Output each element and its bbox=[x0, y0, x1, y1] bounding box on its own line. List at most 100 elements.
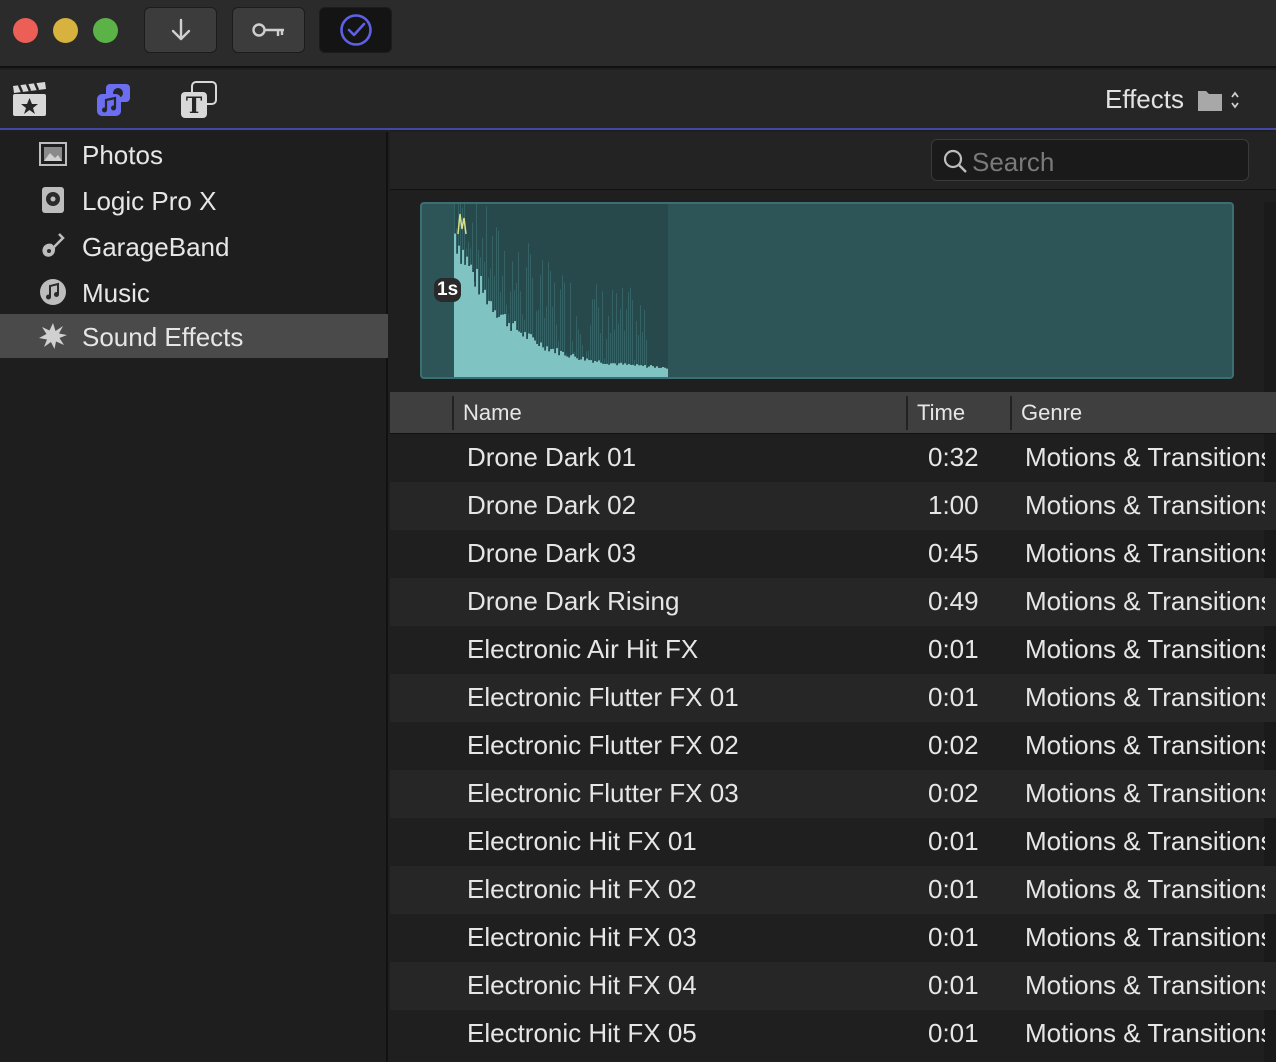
waveform-noise bbox=[454, 204, 455, 234]
waveform-noise bbox=[598, 307, 599, 361]
effects-browser: Search 1s Name Time Genre Drone Dark 01 0… bbox=[390, 132, 1276, 1062]
sidebar-item-garageband[interactable]: GarageBand bbox=[0, 224, 388, 268]
search-icon bbox=[943, 149, 967, 173]
minimize-window-button[interactable] bbox=[53, 18, 78, 43]
cell-genre: Motions & Transitions bbox=[1025, 922, 1265, 952]
waveform-noise bbox=[536, 311, 537, 344]
keywords-button[interactable] bbox=[232, 7, 305, 53]
table-row[interactable]: Drone Dark Rising 0:49 Motions & Transitio… bbox=[390, 578, 1276, 626]
waveform-noise bbox=[510, 291, 511, 331]
column-divider[interactable] bbox=[452, 396, 454, 430]
waveform-bar bbox=[530, 334, 532, 377]
waveform-bar bbox=[656, 366, 658, 377]
background-tasks-button[interactable] bbox=[319, 7, 392, 53]
folder-menu-icon[interactable] bbox=[1196, 87, 1240, 118]
waveform-noise bbox=[546, 306, 547, 347]
sidebar-item-sound-effects[interactable]: Sound Effects bbox=[0, 314, 388, 358]
cell-name: Electronic Hit FX 04 bbox=[467, 970, 697, 1000]
waveform-bar bbox=[526, 338, 528, 377]
table-row[interactable]: Electronic Flutter FX 03 0:02 Motions & Tr… bbox=[390, 770, 1276, 818]
search-field[interactable]: Search bbox=[931, 139, 1249, 181]
waveform-noise bbox=[524, 319, 525, 333]
cell-name: Electronic Flutter FX 02 bbox=[467, 730, 739, 760]
waveform-noise bbox=[526, 267, 527, 339]
table-row[interactable]: Electronic Air Hit FX 0:01 Motions & Trans… bbox=[390, 626, 1276, 674]
waveform-bar bbox=[630, 364, 632, 377]
titles-generators-button[interactable]: T bbox=[178, 80, 218, 120]
waveform-noise bbox=[632, 300, 633, 365]
sidebar-item-label: GarageBand bbox=[82, 232, 230, 262]
table-row[interactable]: Electronic Hit FX 05 0:01 Motions & Transi… bbox=[390, 1010, 1276, 1058]
browser-category-label[interactable]: Effects bbox=[1105, 84, 1184, 115]
waveform-noise bbox=[480, 257, 481, 277]
column-divider[interactable] bbox=[1010, 396, 1012, 430]
close-window-button[interactable] bbox=[13, 18, 38, 43]
waveform-noise bbox=[576, 316, 577, 359]
cell-genre: Motions & Transitions bbox=[1025, 970, 1265, 1000]
waveform-noise bbox=[640, 305, 641, 366]
sidebar-item-photos[interactable]: Photos bbox=[0, 132, 388, 176]
waveform-bar bbox=[474, 286, 476, 377]
waveform-noise bbox=[508, 314, 509, 323]
waveform-noise bbox=[552, 306, 553, 349]
waveform-bar bbox=[638, 365, 640, 377]
waveform-noise bbox=[602, 291, 603, 364]
waveform-bar bbox=[574, 356, 576, 377]
media-browser-button[interactable] bbox=[10, 80, 50, 120]
cell-name: Drone Dark 03 bbox=[467, 538, 637, 568]
table-row[interactable]: Electronic Hit FX 01 0:01 Motions & Transi… bbox=[390, 818, 1276, 866]
waveform-preview[interactable]: 1s bbox=[420, 202, 1234, 379]
sidebar-item-label: Sound Effects bbox=[82, 322, 244, 352]
waveform-noise bbox=[594, 299, 595, 361]
waveform-bar bbox=[522, 336, 524, 377]
waveform-noise bbox=[642, 332, 643, 367]
cell-time: 0:01 bbox=[928, 682, 979, 712]
waveform-bar bbox=[644, 364, 646, 377]
waveform-noise bbox=[574, 352, 575, 357]
sidebar-item-logic-pro-x[interactable]: Logic Pro X bbox=[0, 178, 388, 222]
waveform-bar bbox=[556, 348, 558, 377]
waveform-bar bbox=[570, 355, 572, 377]
import-button[interactable] bbox=[144, 7, 217, 53]
waveform-noise bbox=[564, 282, 565, 356]
sidebar-item-label: Logic Pro X bbox=[82, 186, 217, 216]
waveform-noise bbox=[550, 270, 551, 350]
waveform-bar bbox=[494, 310, 496, 377]
waveform-noise bbox=[514, 290, 515, 322]
sidebar-item-music[interactable]: Music bbox=[0, 270, 388, 314]
waveform-bar bbox=[634, 365, 636, 377]
waveform-bar bbox=[462, 249, 464, 377]
column-header-time[interactable]: Time bbox=[917, 400, 965, 426]
waveform-noise bbox=[570, 283, 571, 356]
waveform-bar bbox=[624, 363, 626, 377]
table-row[interactable]: Electronic Flutter FX 02 0:02 Motions & Tr… bbox=[390, 722, 1276, 770]
waveform-bar bbox=[598, 360, 600, 377]
search-placeholder: Search bbox=[972, 147, 1055, 177]
column-header-name[interactable]: Name bbox=[463, 400, 522, 426]
column-divider[interactable] bbox=[906, 396, 908, 430]
table-row[interactable]: Electronic Hit FX 04 0:01 Motions & Transi… bbox=[390, 962, 1276, 1010]
table-row[interactable]: Drone Dark 01 0:32 Motions & Transitions bbox=[390, 434, 1276, 482]
waveform-bar bbox=[532, 337, 534, 377]
cell-genre: Motions & Transitions bbox=[1025, 730, 1265, 760]
table-header: Name Time Genre bbox=[390, 392, 1276, 434]
sound-effects-list: Drone Dark 01 0:32 Motions & Transitions Dr… bbox=[390, 434, 1276, 1058]
waveform-noise bbox=[634, 359, 635, 366]
waveform-bar bbox=[518, 331, 520, 377]
cell-time: 0:01 bbox=[928, 874, 979, 904]
waveform-noise bbox=[558, 341, 559, 356]
waveform-bar bbox=[660, 367, 662, 377]
table-row[interactable]: Electronic Flutter FX 01 0:01 Motions & Tr… bbox=[390, 674, 1276, 722]
table-row[interactable]: Drone Dark 03 0:45 Motions & Transitions bbox=[390, 530, 1276, 578]
table-row[interactable]: Electronic Hit FX 02 0:01 Motions & Transi… bbox=[390, 866, 1276, 914]
cell-time: 0:01 bbox=[928, 970, 979, 1000]
cell-name: Electronic Hit FX 02 bbox=[467, 874, 697, 904]
waveform-bar bbox=[480, 276, 482, 377]
photos-audio-browser-button[interactable] bbox=[94, 80, 134, 120]
checkmark-circle-icon bbox=[339, 14, 372, 46]
table-row[interactable]: Electronic Hit FX 03 0:01 Motions & Transi… bbox=[390, 914, 1276, 962]
column-header-genre[interactable]: Genre bbox=[1021, 400, 1082, 426]
table-row[interactable]: Drone Dark 02 1:00 Motions & Transitions bbox=[390, 482, 1276, 530]
zoom-window-button[interactable] bbox=[93, 18, 118, 43]
waveform-bar bbox=[568, 357, 570, 377]
